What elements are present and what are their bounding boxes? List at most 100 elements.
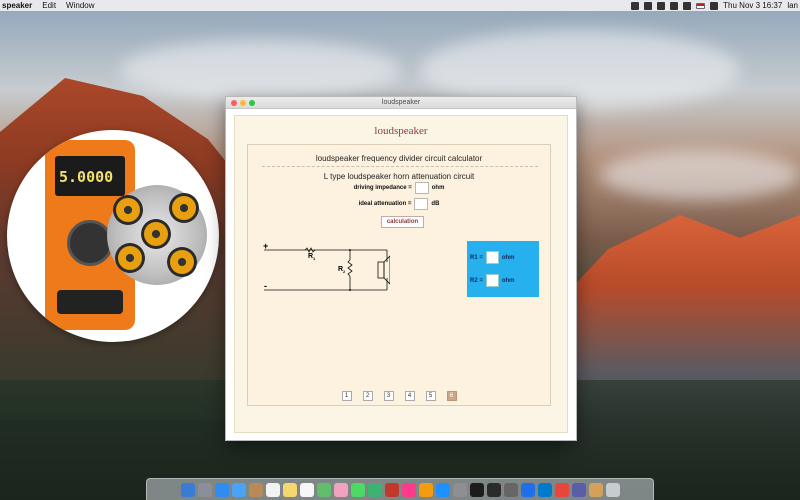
menubar-status-area: Thu Nov 3 16:37 lan [631, 1, 800, 10]
system-preferences-icon[interactable] [452, 482, 467, 497]
status-icon[interactable] [644, 1, 653, 10]
page-button-3[interactable]: 3 [383, 391, 394, 401]
r2-result-label: R2 = [470, 277, 483, 284]
xcode-icon[interactable] [520, 482, 535, 497]
page-button-6[interactable]: 6 [446, 391, 457, 401]
r2-result-row: R2 = ohm [470, 274, 515, 287]
terminal-icon[interactable] [469, 482, 484, 497]
page-button-1[interactable]: 1 [341, 391, 352, 401]
maps-icon[interactable] [316, 482, 331, 497]
close-button[interactable] [231, 100, 237, 106]
app-window: loudspeaker loudspeaker loudspeaker freq… [225, 96, 577, 441]
window-content: loudspeaker loudspeaker frequency divide… [234, 115, 568, 433]
speaker-cone [141, 219, 171, 249]
r2-result-value [485, 274, 499, 287]
r1-result-label: R1 = [470, 254, 483, 261]
junction-dot [349, 289, 351, 291]
ideal-attenuation-input[interactable] [414, 198, 429, 210]
traffic-lights [231, 100, 255, 106]
window-title: loudspeaker [381, 99, 421, 106]
wifi-icon[interactable] [657, 1, 666, 10]
photos-icon[interactable] [333, 482, 348, 497]
resistor-r2-symbol [347, 259, 353, 277]
circuit-diagram: + - R 1 R 2 [263, 241, 390, 291]
speaker-cone [169, 193, 199, 223]
plus-terminal: + [263, 241, 268, 251]
driving-impedance-input[interactable] [414, 182, 429, 194]
menubar: speaker Edit Window Thu Nov 3 16:37 lan [0, 0, 800, 11]
status-icon[interactable] [631, 1, 640, 10]
minimize-button[interactable] [240, 100, 246, 106]
us-flag-icon[interactable] [696, 2, 706, 9]
calculation-button[interactable]: calculation [381, 216, 424, 228]
driving-impedance-unit: ohm [431, 185, 445, 191]
reminders-icon[interactable] [299, 482, 314, 497]
page-button-4[interactable]: 4 [404, 391, 415, 401]
app-icon[interactable] [571, 482, 586, 497]
driving-impedance-row: driving impedance = ohm [248, 182, 550, 194]
messages-icon[interactable] [350, 482, 365, 497]
app-title: loudspeaker [374, 125, 428, 137]
photo-booth-icon[interactable] [384, 482, 399, 497]
ideal-attenuation-unit: dB [431, 201, 440, 207]
menubar-app-name[interactable]: speaker [0, 1, 32, 10]
divider [262, 166, 538, 167]
chrome-icon[interactable] [554, 482, 569, 497]
menu-edit[interactable]: Edit [42, 1, 56, 10]
speaker-cone [115, 243, 145, 273]
mail-icon[interactable] [231, 482, 246, 497]
r2-result-unit: ohm [501, 277, 515, 284]
speaker-cone [167, 247, 197, 277]
calculator-icon[interactable] [503, 482, 518, 497]
dock [146, 478, 654, 500]
calculator-title: loudspeaker frequency divider circuit ca… [315, 154, 483, 163]
results-box: R1 = ohm R2 = ohm [467, 241, 539, 297]
cloud [120, 40, 400, 100]
battery-icon[interactable] [670, 1, 679, 10]
junction-dot [349, 249, 351, 251]
r1-result-value [485, 251, 499, 264]
ideal-attenuation-row: ideal attenuation = dB [248, 198, 550, 210]
notes-icon[interactable] [282, 482, 297, 497]
multimeter-reading: 5.0000 [59, 168, 114, 186]
safari-icon[interactable] [214, 482, 229, 497]
loudspeaker-app-icon[interactable] [588, 482, 603, 497]
window-titlebar[interactable]: loudspeaker [226, 97, 576, 109]
driving-impedance-label: driving impedance = [353, 185, 412, 191]
app-store-icon[interactable] [435, 482, 450, 497]
volume-icon[interactable] [683, 1, 692, 10]
cloud [600, 150, 800, 200]
calendar-icon[interactable] [265, 482, 280, 497]
facetime-icon[interactable] [367, 482, 382, 497]
itunes-icon[interactable] [401, 482, 416, 497]
r2-subscript: 2 [343, 269, 346, 274]
page-button-5[interactable]: 5 [425, 391, 436, 401]
page-button-2[interactable]: 2 [362, 391, 373, 401]
pager: 1 2 3 4 5 6 [248, 391, 550, 401]
menubar-clock[interactable]: Thu Nov 3 16:37 [723, 1, 782, 10]
vscode-icon[interactable] [537, 482, 552, 497]
speaker-magnet-symbol [377, 261, 385, 279]
r1-result-unit: ohm [501, 254, 515, 261]
r1-result-row: R1 = ohm [470, 251, 515, 264]
circuit-subtitle: L type loudspeaker horn attenuation circ… [323, 172, 475, 181]
multimeter-jacks [57, 290, 123, 314]
speaker-cone [113, 195, 143, 225]
calculator-panel: loudspeaker frequency divider circuit ca… [247, 144, 551, 406]
menu-window[interactable]: Window [66, 1, 94, 10]
menubar-user[interactable]: lan [787, 1, 798, 10]
speaker-ball-image [107, 185, 207, 285]
trash-icon[interactable] [605, 482, 620, 497]
bluetooth-icon[interactable] [710, 1, 719, 10]
ibooks-icon[interactable] [418, 482, 433, 497]
finder-icon[interactable] [180, 482, 195, 497]
console-icon[interactable] [486, 482, 501, 497]
multimeter-dial [67, 220, 113, 266]
contacts-icon[interactable] [248, 482, 263, 497]
r1-subscript: 1 [313, 256, 316, 261]
zoom-button[interactable] [249, 100, 255, 106]
launchpad-icon[interactable] [197, 482, 212, 497]
ideal-attenuation-label: ideal attenuation = [358, 201, 412, 207]
minus-terminal: - [264, 281, 267, 291]
promo-circle: 5.0000 [7, 130, 219, 342]
